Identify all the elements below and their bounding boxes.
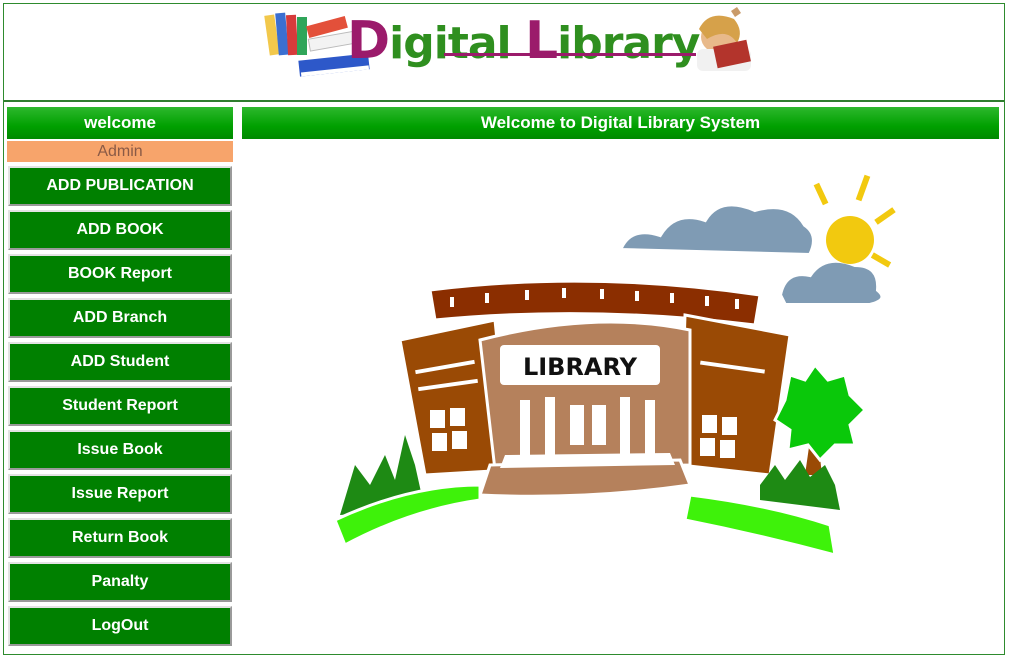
nav-student-report-button[interactable]: Student Report <box>8 386 232 426</box>
header: Digital Library <box>4 4 1004 102</box>
current-user-label: Admin <box>7 141 233 162</box>
library-sign-text: LIBRARY <box>523 353 638 381</box>
sun-icon <box>813 174 896 268</box>
sidebar-welcome-heading: welcome <box>7 107 233 139</box>
nav-add-book-button[interactable]: ADD BOOK <box>8 210 232 250</box>
library-building-illustration: LIBRARY <box>330 165 910 565</box>
nav-panalty-button[interactable]: Panalty <box>8 562 232 602</box>
logo-letter-d: D <box>347 11 390 71</box>
nav-return-book-button[interactable]: Return Book <box>8 518 232 558</box>
logo-letter-l: L <box>524 11 558 71</box>
nav-add-student-button[interactable]: ADD Student <box>8 342 232 382</box>
nav-add-branch-button[interactable]: ADD Branch <box>8 298 232 338</box>
main-title: Welcome to Digital Library System <box>242 107 999 139</box>
nav-issue-report-button[interactable]: Issue Report <box>8 474 232 514</box>
nav-issue-book-button[interactable]: Issue Book <box>8 430 232 470</box>
logo-underline <box>444 53 696 56</box>
tree-icon <box>773 362 868 475</box>
logo-word-igital: igital <box>389 18 525 69</box>
nav-add-publication-button[interactable]: ADD PUBLICATION <box>8 166 232 206</box>
logo-word-ibrary: ibrary <box>557 18 700 69</box>
digital-library-logo: Digital Library <box>259 7 754 82</box>
nav-book-report-button[interactable]: BOOK Report <box>8 254 232 294</box>
nav-logout-button[interactable]: LogOut <box>8 606 232 646</box>
sidebar-nav: ADD PUBLICATION ADD BOOK BOOK Report ADD… <box>8 166 232 650</box>
